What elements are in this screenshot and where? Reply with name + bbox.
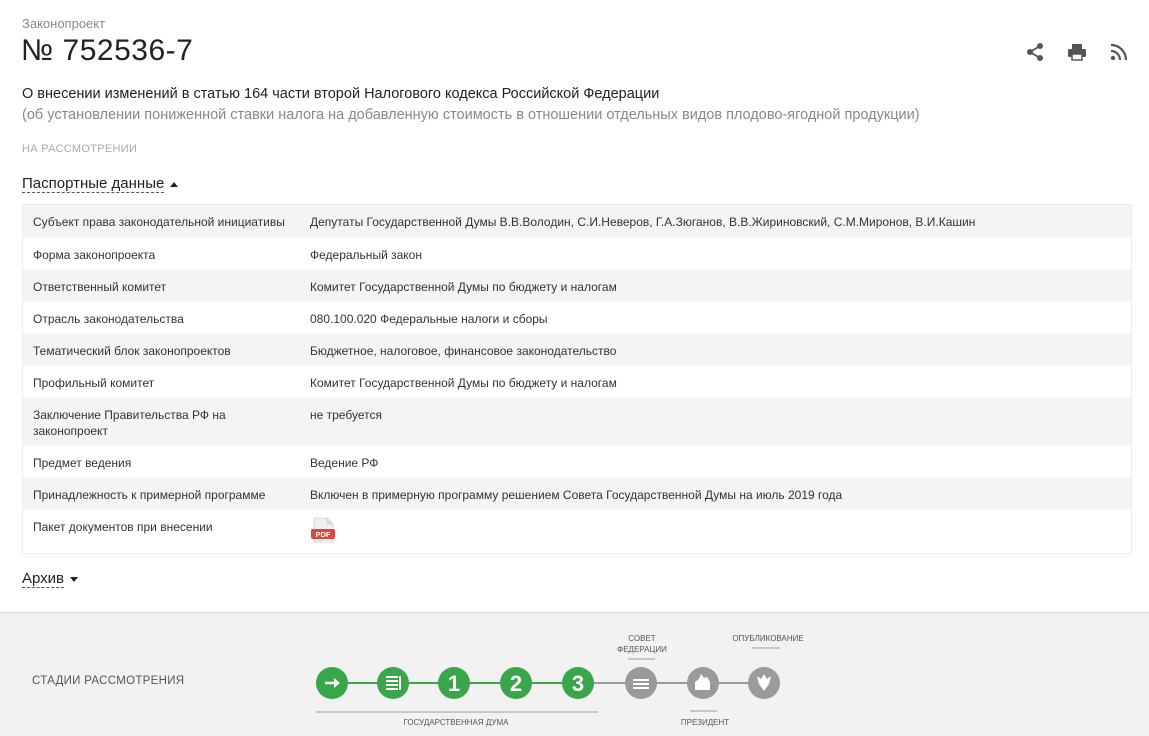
passport-key: Заключение Правительства РФ на законопро… bbox=[33, 408, 226, 438]
passport-key: Форма законопроекта bbox=[33, 248, 156, 262]
stage-introduction[interactable] bbox=[316, 667, 348, 699]
archive-toggle[interactable]: Архив bbox=[22, 570, 79, 588]
stage-second-reading[interactable]: 2 bbox=[500, 667, 532, 699]
print-icon[interactable] bbox=[1067, 42, 1087, 62]
stage-third-reading[interactable]: 3 bbox=[562, 667, 594, 699]
passport-table: Субъект права законодательной инициативы… bbox=[22, 204, 1132, 554]
passport-row: Предмет ведения Ведение РФ bbox=[23, 446, 1131, 478]
bill-subtitle: (об установлении пониженной ставки налог… bbox=[22, 107, 920, 123]
passport-toggle-label: Паспортные данные bbox=[22, 175, 165, 193]
bill-title: О внесении изменений в статью 164 части … bbox=[22, 86, 660, 102]
bill-number: № 752536-7 bbox=[21, 34, 194, 67]
passport-value: Федеральный закон bbox=[310, 248, 422, 262]
stage-number: 1 bbox=[448, 671, 460, 696]
passport-row: Принадлежность к примерной программе Вкл… bbox=[23, 478, 1131, 510]
share-icon[interactable] bbox=[1025, 42, 1045, 62]
stage-preliminary[interactable] bbox=[377, 667, 409, 699]
rss-icon[interactable] bbox=[1109, 42, 1129, 62]
header-actions bbox=[1025, 42, 1129, 62]
pdf-icon[interactable]: PDF bbox=[310, 517, 336, 543]
passport-row: Заключение Правительства РФ на законопро… bbox=[23, 398, 1131, 446]
stage-federation-council[interactable] bbox=[625, 667, 657, 699]
stage-first-reading[interactable]: 1 bbox=[438, 667, 470, 699]
passport-key: Профильный комитет bbox=[33, 376, 155, 390]
passport-key: Отрасль законодательства bbox=[33, 312, 184, 326]
status-badge: НА РАССМОТРЕНИИ bbox=[22, 143, 138, 155]
stage-number: 3 bbox=[572, 671, 584, 696]
pdf-label: PDF bbox=[316, 530, 331, 539]
passport-row: Субъект права законодательной инициативы… bbox=[23, 205, 1131, 238]
passport-row: Тематический блок законопроектов Бюджетн… bbox=[23, 334, 1131, 366]
council-icon bbox=[633, 679, 649, 689]
passport-value: Комитет Государственной Думы по бюджету … bbox=[310, 376, 617, 390]
caret-up-icon bbox=[170, 181, 179, 187]
stage-president[interactable] bbox=[687, 667, 719, 699]
stage-publication[interactable] bbox=[748, 667, 780, 699]
passport-value: Бюджетное, налоговое, финансовое законод… bbox=[310, 344, 617, 358]
passport-row: Профильный комитет Комитет Государственн… bbox=[23, 366, 1131, 398]
page-kicker: Законопроект bbox=[22, 16, 106, 31]
stage-number: 2 bbox=[510, 671, 522, 696]
federation-council-label-2: ФЕДЕРАЦИИ bbox=[617, 645, 667, 654]
passport-toggle[interactable]: Паспортные данные bbox=[22, 175, 179, 193]
passport-value: Включен в примерную программу решением С… bbox=[310, 488, 843, 502]
federation-council-label: СОВЕТ bbox=[628, 634, 655, 643]
publication-label: ОПУБЛИКОВАНИЕ bbox=[732, 634, 803, 643]
passport-value: PDF bbox=[310, 517, 1121, 553]
passport-key: Принадлежность к примерной программе bbox=[33, 488, 266, 502]
passport-key: Субъект права законодательной инициативы bbox=[33, 215, 285, 229]
president-label: ПРЕЗИДЕНТ bbox=[681, 718, 729, 727]
caret-down-icon bbox=[70, 576, 79, 582]
passport-value: 080.100.020 Федеральные налоги и сборы bbox=[310, 312, 548, 326]
passport-value: Комитет Государственной Думы по бюджету … bbox=[310, 280, 617, 294]
passport-row: Ответственный комитет Комитет Государств… bbox=[23, 270, 1131, 302]
duma-label: ГОСУДАРСТВЕННАЯ ДУМА bbox=[404, 718, 510, 727]
passport-value: Депутаты Государственной Думы В.В.Володи… bbox=[310, 215, 976, 229]
stages-track: 1 2 3 ГОСУДАРСТВЕННАЯ ДУМА СОВЕТ ФЕДЕРАЦ… bbox=[316, 634, 804, 727]
passport-value: не требуется bbox=[310, 408, 382, 422]
passport-key: Пакет документов при внесении bbox=[33, 520, 213, 534]
passport-key: Ответственный комитет bbox=[33, 280, 167, 294]
passport-row: Форма законопроекта Федеральный закон bbox=[23, 238, 1131, 270]
passport-key: Тематический блок законопроектов bbox=[33, 344, 231, 358]
passport-row: Отрасль законодательства 080.100.020 Фед… bbox=[23, 302, 1131, 334]
passport-key: Предмет ведения bbox=[33, 456, 132, 470]
passport-value: Ведение РФ bbox=[310, 456, 379, 470]
archive-toggle-label: Архив bbox=[22, 570, 65, 588]
stages-panel: Стадии рассмотрения 1 bbox=[0, 612, 1149, 736]
passport-row: Пакет документов при внесении PDF bbox=[23, 510, 1131, 553]
